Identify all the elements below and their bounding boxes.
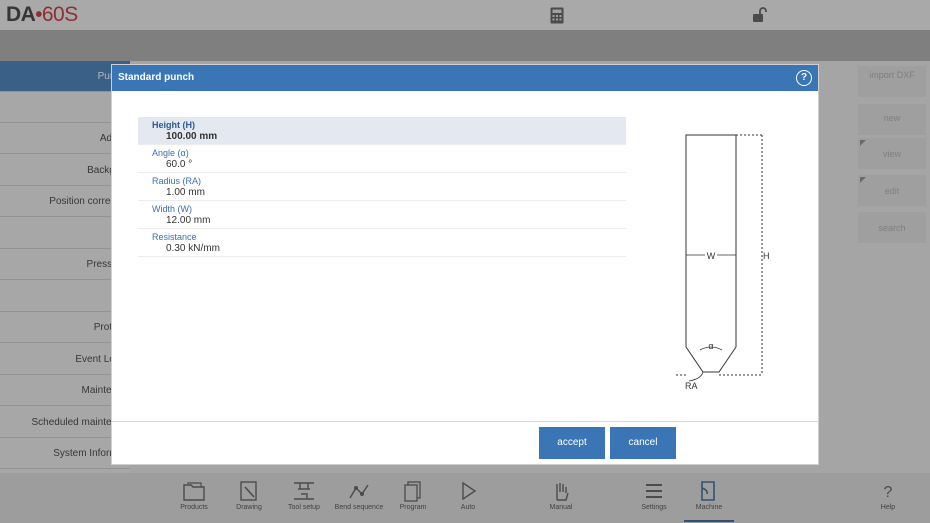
- field-value: 12.00 mm: [166, 215, 211, 226]
- dialog-footer-divider: [112, 421, 818, 422]
- field-label: Width (W): [152, 204, 192, 214]
- field-width[interactable]: Width (W) 12.00 mm: [138, 201, 626, 229]
- field-label: Resistance: [152, 232, 197, 242]
- accept-button[interactable]: accept: [539, 427, 605, 459]
- field-value: 100.00 mm: [166, 131, 218, 142]
- diagram-width-label: W: [707, 251, 716, 261]
- diagram-height-label: H: [763, 251, 770, 261]
- diagram-radius-label: RA: [685, 381, 698, 391]
- field-resistance[interactable]: Resistance 0.30 kN/mm: [138, 229, 626, 257]
- punch-diagram: W H α RA: [675, 134, 770, 391]
- diagram-angle-label: α: [708, 341, 713, 351]
- field-label: Radius (RA): [152, 176, 202, 186]
- cancel-button[interactable]: cancel: [610, 427, 676, 459]
- dialog-title: Standard punch: [118, 72, 195, 83]
- field-angle[interactable]: Angle (α) 60.0 °: [138, 145, 626, 173]
- help-icon[interactable]: ?: [796, 70, 812, 86]
- dialog-header: Standard punch ?: [112, 65, 818, 91]
- field-height[interactable]: Height (H) 100.00 mm: [138, 117, 626, 145]
- standard-punch-dialog: Standard punch ? Height (H) 100.00 mm An…: [111, 64, 819, 465]
- field-value: 0.30 kN/mm: [166, 243, 220, 254]
- field-label: Angle (α): [152, 148, 189, 158]
- field-value: 60.0 °: [166, 159, 193, 170]
- field-radius[interactable]: Radius (RA) 1.00 mm: [138, 173, 626, 201]
- field-label: Height (H): [152, 120, 195, 130]
- field-value: 1.00 mm: [166, 187, 205, 198]
